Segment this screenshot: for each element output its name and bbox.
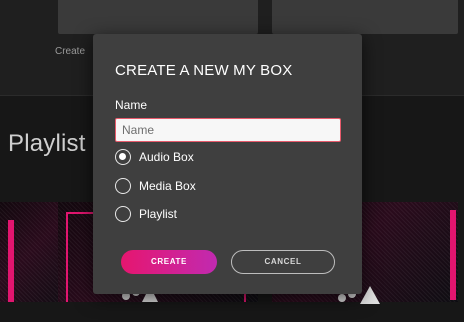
radio-button[interactable]	[115, 206, 131, 222]
radio-label: Playlist	[139, 207, 178, 221]
box-tile[interactable]	[58, 0, 258, 34]
create-label[interactable]: Create	[55, 46, 85, 57]
radio-button-checked[interactable]	[115, 149, 131, 165]
radio-media-box[interactable]: Media Box	[115, 176, 196, 196]
radio-label: Media Box	[139, 179, 196, 193]
create-box-dialog: CREATE A NEW MY BOX Name Audio Box Media…	[93, 34, 362, 294]
artwork-glow	[450, 210, 456, 300]
dialog-title: CREATE A NEW MY BOX	[115, 62, 293, 79]
radio-button[interactable]	[115, 178, 131, 194]
radio-label: Audio Box	[139, 150, 194, 164]
cancel-button[interactable]: CANCEL	[231, 250, 335, 274]
box-tile[interactable]	[272, 0, 458, 34]
create-button[interactable]: CREATE	[121, 250, 217, 274]
name-label: Name	[115, 98, 148, 112]
section-heading: Playlist	[8, 130, 86, 157]
radio-playlist[interactable]: Playlist	[115, 204, 177, 224]
artwork-glow	[8, 220, 14, 302]
name-input[interactable]	[115, 118, 341, 142]
radio-audio-box[interactable]: Audio Box	[115, 147, 194, 167]
